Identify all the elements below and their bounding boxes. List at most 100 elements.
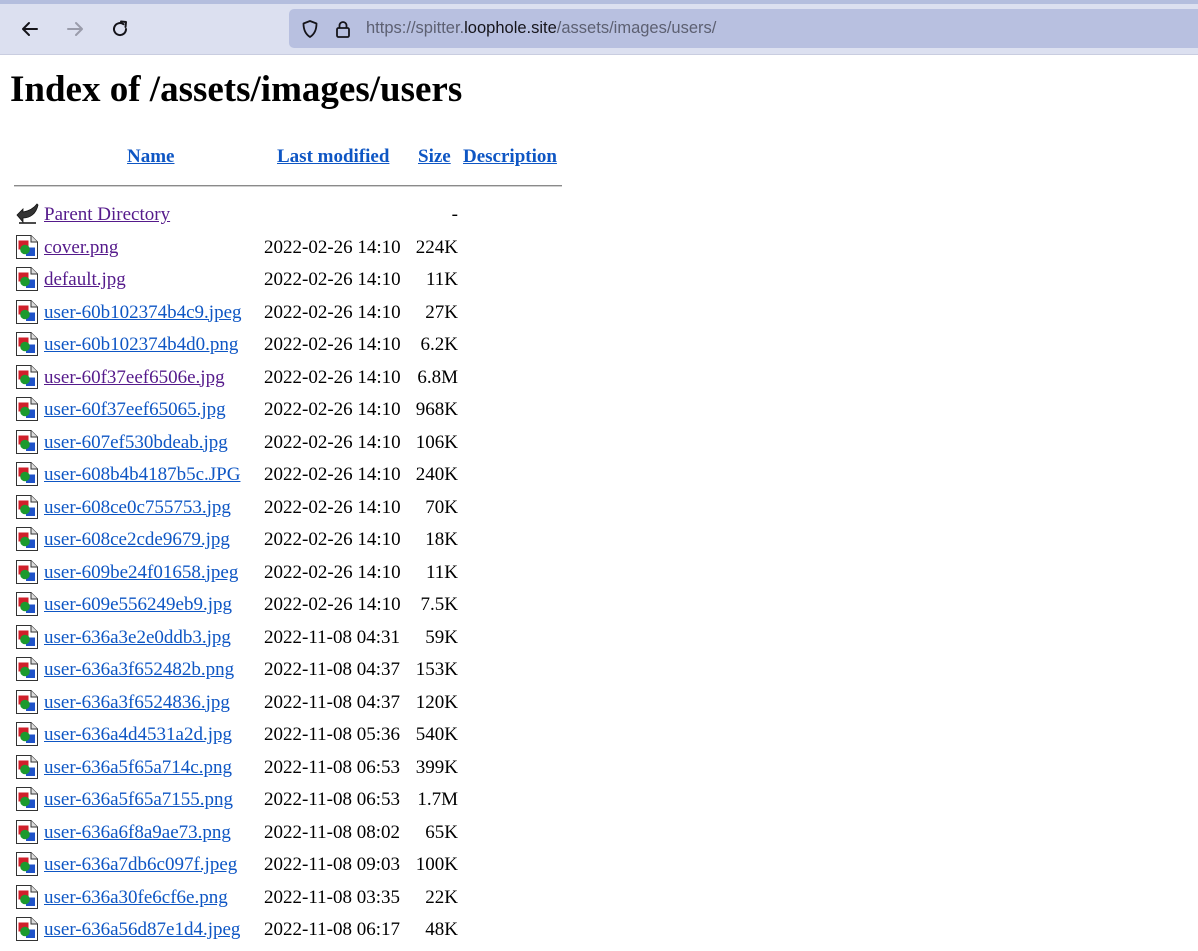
reload-icon bbox=[113, 20, 128, 37]
file-link[interactable]: user-636a7db6c097f.jpeg bbox=[44, 854, 237, 876]
file-link[interactable]: user-607ef530bdeab.jpg bbox=[44, 432, 228, 454]
file-modified-date: 2022-11-08 05:36 bbox=[264, 724, 400, 745]
file-link[interactable]: user-608b4b4187b5c.JPG bbox=[44, 464, 240, 486]
image-file-icon bbox=[16, 819, 38, 844]
url-host: loophole.site bbox=[464, 19, 557, 37]
file-size: - bbox=[451, 204, 458, 225]
file-modified-date: 2022-11-08 06:17 bbox=[264, 919, 400, 940]
file-link[interactable]: user-636a3f652482b.png bbox=[44, 659, 234, 681]
browser-toolbar: https://spitter.loophole.site/assets/ima… bbox=[0, 0, 1198, 55]
sort-by-name-link[interactable]: Name bbox=[127, 146, 174, 168]
file-modified-date: 2022-11-08 04:37 bbox=[264, 659, 400, 680]
lock-icon[interactable] bbox=[333, 19, 353, 39]
file-modified-date: 2022-11-08 09:03 bbox=[264, 854, 400, 875]
shield-icon[interactable] bbox=[300, 19, 320, 39]
file-size: 11K bbox=[425, 561, 458, 583]
file-size: 240K bbox=[415, 464, 458, 485]
file-row: user-60f37eef6506e.jpg 2022-02-26 14:10 6.… bbox=[0, 364, 600, 396]
forward-button[interactable] bbox=[58, 12, 92, 46]
file-modified-date: 2022-02-26 14:10 bbox=[264, 529, 401, 550]
file-size: 59K bbox=[425, 626, 458, 648]
file-size: 27K bbox=[425, 301, 458, 323]
file-size: 22K bbox=[425, 886, 458, 908]
file-row: user-636a56d87e1d4.jpeg 2022-11-08 06:17 4… bbox=[0, 916, 600, 948]
url-text[interactable]: https://spitter.loophole.site/assets/ima… bbox=[366, 19, 716, 38]
folder-back-icon bbox=[16, 203, 39, 224]
file-row: default.jpg 2022-02-26 14:10 11K bbox=[0, 266, 600, 298]
file-link[interactable]: user-60f37eef6506e.jpg bbox=[44, 367, 225, 389]
file-size: 120K bbox=[415, 691, 458, 713]
sort-by-size-link[interactable]: Size bbox=[418, 146, 451, 168]
file-modified-date: 2022-02-26 14:10 bbox=[264, 594, 401, 615]
image-file-icon bbox=[16, 657, 38, 681]
file-link[interactable]: user-608ce0c755753.jpg bbox=[44, 497, 231, 519]
file-modified-date: 2022-02-26 14:10 bbox=[264, 236, 401, 258]
image-file-icon bbox=[16, 332, 38, 356]
file-link[interactable]: cover.png bbox=[44, 237, 118, 259]
image-file-icon bbox=[16, 397, 38, 421]
file-row: user-60f37eef65065.jpg 2022-02-26 14:10 96… bbox=[0, 396, 600, 428]
image-file-icon bbox=[16, 267, 38, 291]
image-file-icon bbox=[16, 429, 38, 454]
sort-by-description-link[interactable]: Description bbox=[463, 146, 557, 168]
file-link[interactable]: user-636a30fe6cf6e.png bbox=[44, 887, 228, 909]
image-file-icon bbox=[16, 462, 38, 486]
file-modified-date: 2022-11-08 06:53 bbox=[264, 756, 400, 778]
file-link[interactable]: user-636a4d4531a2d.jpg bbox=[44, 724, 232, 746]
file-row: user-636a7db6c097f.jpeg 2022-11-08 09:03 1… bbox=[0, 851, 600, 883]
file-link[interactable]: user-636a6f8a9ae73.png bbox=[44, 822, 231, 844]
back-button[interactable] bbox=[13, 12, 47, 46]
image-file-icon bbox=[16, 364, 38, 389]
image-file-icon bbox=[16, 494, 38, 519]
file-link[interactable]: user-636a3e2e0ddb3.jpg bbox=[44, 627, 231, 649]
file-modified-date: 2022-11-08 04:37 bbox=[264, 691, 400, 713]
image-file-icon bbox=[16, 559, 38, 584]
file-modified-date: 2022-02-26 14:10 bbox=[264, 269, 401, 290]
file-link[interactable]: user-609e556249eb9.jpg bbox=[44, 594, 232, 616]
page-title: Index of /assets/images/users bbox=[10, 69, 463, 110]
file-link[interactable]: user-636a3f6524836.jpg bbox=[44, 692, 230, 714]
file-modified-date: 2022-11-08 04:31 bbox=[264, 626, 400, 648]
file-link[interactable]: user-636a5f65a714c.png bbox=[44, 757, 232, 779]
file-link[interactable]: user-609be24f01658.jpeg bbox=[44, 562, 238, 584]
file-modified-date: 2022-02-26 14:10 bbox=[264, 366, 401, 388]
back-arrow-icon bbox=[22, 22, 38, 36]
file-modified-date: 2022-11-08 06:53 bbox=[264, 789, 400, 810]
file-row: user-608ce2cde9679.jpg 2022-02-26 14:10 18… bbox=[0, 526, 600, 558]
file-size: 18K bbox=[425, 529, 458, 550]
file-modified-date: 2022-02-26 14:10 bbox=[264, 334, 401, 355]
file-size: 1.7M bbox=[417, 789, 458, 810]
image-file-icon bbox=[16, 852, 38, 876]
sort-by-last-modified-link[interactable]: Last modified bbox=[277, 146, 389, 168]
parent-directory-row: Parent Directory - bbox=[0, 201, 600, 233]
file-link[interactable]: user-636a56d87e1d4.jpeg bbox=[44, 919, 240, 941]
file-size: 70K bbox=[425, 496, 458, 518]
url-path: /assets/images/users/ bbox=[556, 19, 717, 37]
file-link[interactable]: user-636a5f65a7155.png bbox=[44, 789, 233, 811]
file-link[interactable]: default.jpg bbox=[44, 269, 126, 291]
file-row: user-60b102374b4c9.jpeg 2022-02-26 14:10 2… bbox=[0, 299, 600, 331]
file-size: 106K bbox=[415, 431, 458, 453]
file-modified-date: 2022-11-08 08:02 bbox=[264, 821, 400, 843]
file-size: 399K bbox=[415, 756, 458, 778]
file-row: user-608ce0c755753.jpg 2022-02-26 14:10 70… bbox=[0, 494, 600, 526]
file-size: 65K bbox=[425, 821, 458, 843]
file-size: 48K bbox=[425, 919, 458, 940]
reload-button[interactable] bbox=[103, 12, 137, 46]
parent-directory-link[interactable]: Parent Directory bbox=[44, 204, 170, 226]
image-file-icon bbox=[16, 234, 38, 259]
file-link[interactable]: user-60f37eef65065.jpg bbox=[44, 399, 226, 421]
file-row: user-636a30fe6cf6e.png 2022-11-08 03:35 22… bbox=[0, 884, 600, 916]
file-modified-date: 2022-02-26 14:10 bbox=[264, 431, 401, 453]
file-link[interactable]: user-60b102374b4d0.png bbox=[44, 334, 238, 356]
url-prefix: https://spitter. bbox=[366, 19, 465, 37]
address-bar[interactable]: https://spitter.loophole.site/assets/ima… bbox=[289, 9, 1198, 48]
file-link[interactable]: user-608ce2cde9679.jpg bbox=[44, 529, 230, 551]
file-size: 6.2K bbox=[420, 334, 458, 355]
file-size: 540K bbox=[415, 724, 458, 745]
file-link[interactable]: user-60b102374b4c9.jpeg bbox=[44, 302, 242, 324]
image-file-icon bbox=[16, 624, 38, 649]
file-size: 7.5K bbox=[420, 594, 458, 615]
file-modified-date: 2022-02-26 14:10 bbox=[264, 561, 401, 583]
image-file-icon bbox=[16, 689, 38, 714]
